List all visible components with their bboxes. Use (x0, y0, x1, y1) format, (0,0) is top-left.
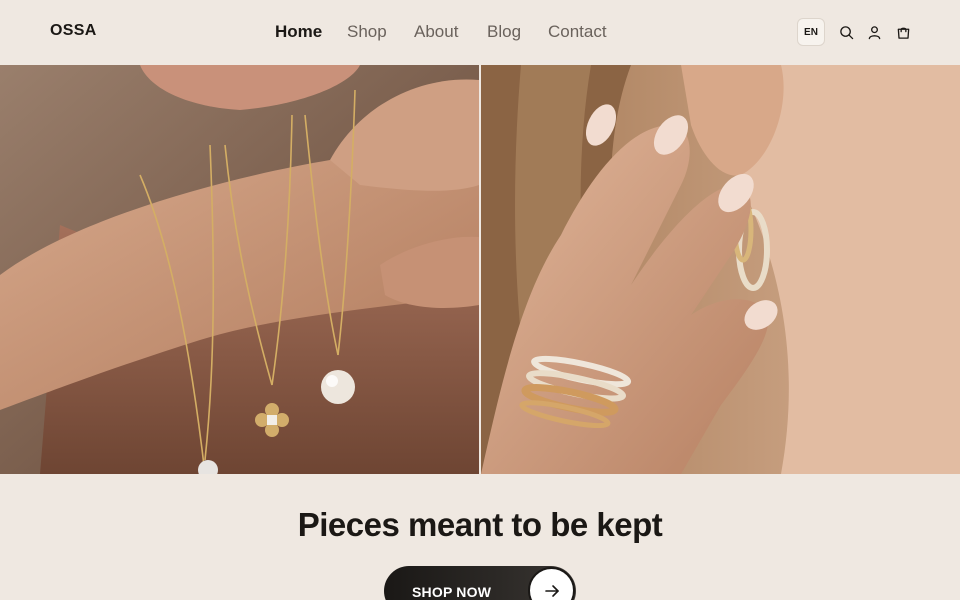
cart-icon (897, 27, 909, 39)
nav-item-home[interactable]: Home (275, 22, 322, 42)
account-button[interactable] (866, 24, 882, 40)
rings-earrings-image (481, 65, 960, 474)
necklaces-image (0, 65, 479, 474)
language-button[interactable]: EN (797, 18, 825, 46)
user-icon (868, 25, 880, 39)
hero-headline: Pieces meant to be kept (297, 506, 663, 543)
cart-button[interactable] (895, 24, 911, 40)
nav-item-shop[interactable]: Shop (347, 22, 387, 42)
shop-now-button[interactable]: SHOP NOW (384, 566, 576, 600)
necklaces-photo (0, 65, 479, 474)
search-button[interactable] (838, 24, 854, 40)
shop-now-label: SHOP NOW (412, 584, 492, 600)
search-icon (839, 25, 853, 39)
site-header: OSSA Home Shop About Blog Contact EN (0, 0, 960, 65)
nav-item-blog[interactable]: Blog (487, 22, 521, 42)
nav-item-contact[interactable]: Contact (548, 22, 607, 42)
arrow-right-icon (544, 584, 559, 597)
nav-item-about[interactable]: About (414, 22, 458, 42)
hero-section (0, 65, 960, 474)
rings-earrings-photo (481, 65, 960, 474)
arrow-right-button[interactable] (528, 567, 575, 600)
